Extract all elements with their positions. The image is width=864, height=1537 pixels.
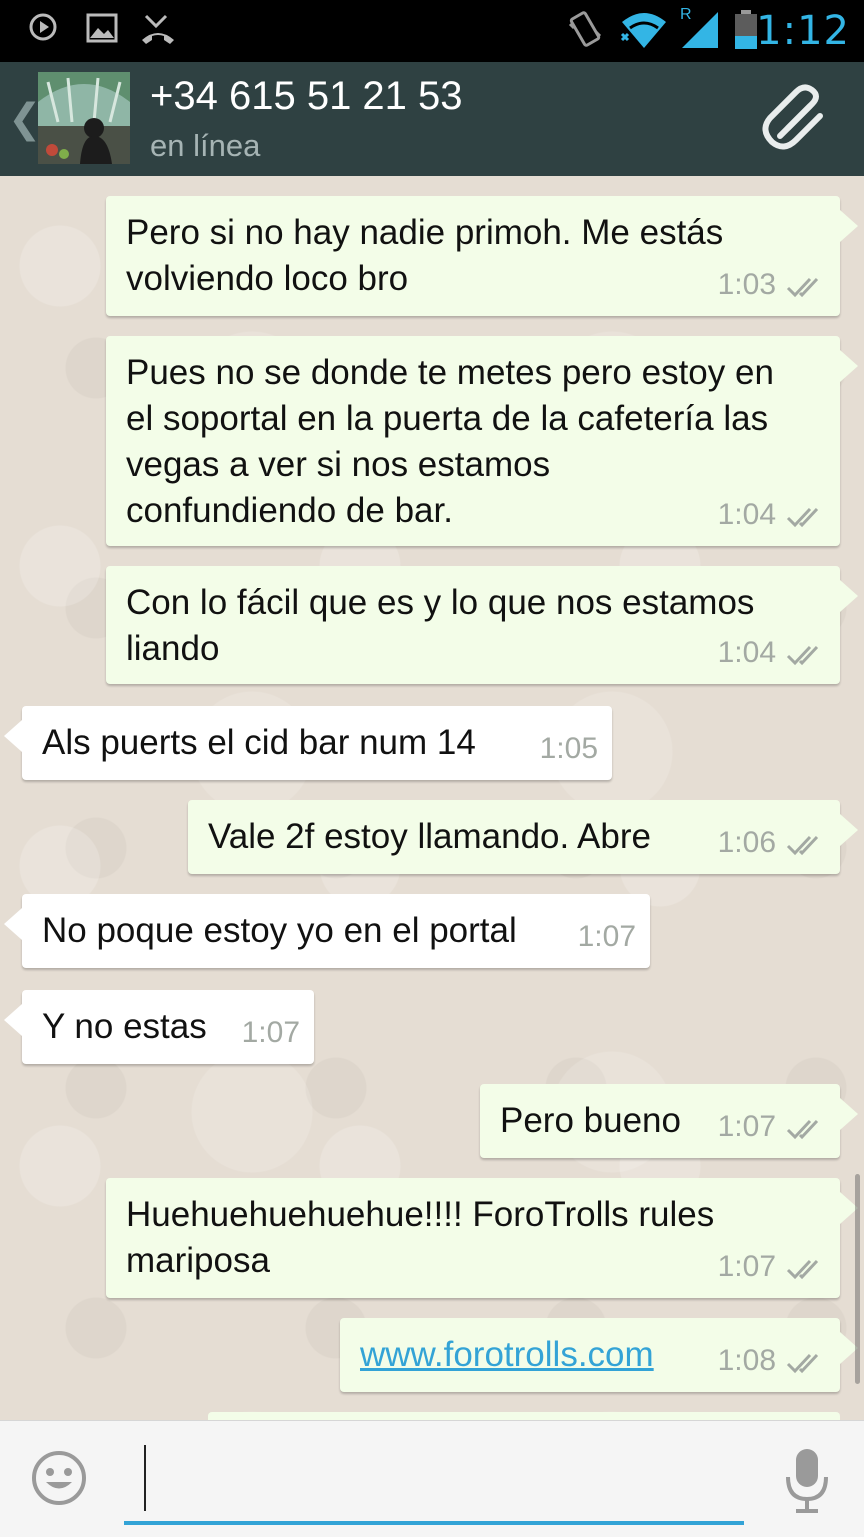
bubble-tail (4, 1004, 22, 1036)
message-text: Pero si no hay nadie primoh. Me estás vo… (126, 210, 723, 302)
play-circle-icon (29, 13, 57, 41)
message-meta: 1:06 (718, 820, 826, 866)
message-text: No poque estoy yo en el portal (42, 908, 517, 954)
image-icon (86, 13, 118, 43)
message-meta: 1:03 (718, 262, 826, 308)
message-meta: 1:07 (718, 1104, 826, 1150)
bubble-tail (840, 210, 858, 242)
message-text: Con lo fácil que es y lo que nos estamos… (126, 580, 754, 672)
bubble-tail (4, 720, 22, 752)
message-text: Pero bueno (500, 1098, 681, 1144)
wifi-icon (620, 13, 666, 48)
message-line: Y no estas (42, 1007, 207, 1046)
message-time: 1:04 (717, 498, 776, 531)
message-bubble-incoming[interactable]: No poque estoy yo en el portal 1:07 (4, 894, 650, 968)
conversation-header: ❮ +34 615 51 21 53 en línea (0, 62, 864, 176)
contact-avatar[interactable] (38, 72, 130, 164)
message-line: Huehuehuehuehue!!!! ForoTrolls rules (126, 1195, 715, 1234)
message-meta: 1:07 (242, 1010, 300, 1056)
message-line: Vale 2f estoy llamando. Abre (208, 817, 651, 856)
bubble-tail (840, 580, 858, 612)
message-line: Con lo fácil que es y lo que nos estamos (126, 583, 755, 622)
double-check-icon (786, 645, 819, 666)
message-time: 1:07 (717, 1250, 776, 1283)
text-cursor (144, 1445, 146, 1511)
status-bar: R 1:12 (0, 0, 864, 62)
paperclip-icon[interactable] (762, 84, 832, 154)
message-meta: 1:08 (718, 1338, 826, 1384)
vibrate-icon (568, 11, 602, 47)
microphone-icon[interactable] (784, 1447, 830, 1517)
message-meta: 1:05 (540, 726, 598, 772)
double-check-icon (786, 277, 819, 298)
double-check-icon (786, 1119, 819, 1140)
message-bubble-outgoing[interactable]: Con lo fácil que es y lo que nos estamos… (106, 566, 858, 684)
message-input[interactable] (124, 1443, 744, 1525)
message-time: 1:07 (717, 1110, 776, 1143)
message-time: 1:08 (717, 1344, 776, 1377)
back-chevron-icon[interactable]: ❮ (8, 96, 42, 142)
bubble-tail (4, 908, 22, 940)
message-bubble-outgoing[interactable]: Vale 2f estoy llamando. Abre 1:06 (188, 800, 858, 874)
message-line: No poque estoy yo en el portal (42, 911, 517, 950)
message-bubble-outgoing[interactable]: www.forotrolls.com 1:08 (340, 1318, 858, 1392)
message-line: el soportal en la puerta de la cafetería… (126, 399, 769, 438)
message-time: 1:04 (717, 636, 776, 669)
message-meta: 1:07 (578, 914, 636, 960)
message-time: 1:07 (241, 1016, 300, 1049)
message-line: vegas a ver si nos estamos (126, 445, 551, 484)
message-meta: 1:07 (718, 1244, 826, 1290)
message-bubble-outgoing[interactable]: Huehuehuehuehue!!!! ForoTrolls rules mar… (106, 1178, 858, 1298)
message-line: Pero si no hay nadie primoh. Me estás (126, 213, 724, 252)
message-bubble-partial[interactable] (208, 1412, 840, 1420)
message-line: confundiendo de bar. (126, 491, 453, 530)
message-bubble-outgoing[interactable]: Pero si no hay nadie primoh. Me estás vo… (106, 196, 858, 316)
message-line: Pero bueno (500, 1101, 681, 1140)
message-text: Als puerts el cid bar num 14 (42, 720, 476, 766)
message-link[interactable]: www.forotrolls.com (360, 1335, 654, 1374)
message-text: Vale 2f estoy llamando. Abre (208, 814, 651, 860)
battery-icon (735, 10, 757, 49)
compose-bar (0, 1420, 864, 1537)
double-check-icon (786, 1259, 819, 1280)
avatar-photo (38, 72, 130, 164)
message-bubble-outgoing[interactable]: Pero bueno 1:07 (480, 1084, 858, 1158)
bubble-tail (840, 350, 858, 382)
chat-scrollbar[interactable] (855, 1174, 860, 1384)
emoji-icon[interactable] (30, 1449, 88, 1507)
bubble-tail (840, 814, 858, 846)
message-time: 1:05 (539, 732, 598, 765)
message-meta: 1:04 (718, 630, 826, 676)
message-time: 1:03 (717, 268, 776, 301)
contact-name[interactable]: +34 615 51 21 53 (150, 74, 463, 119)
message-text: Huehuehuehuehue!!!! ForoTrolls rules mar… (126, 1192, 714, 1284)
message-bubble-outgoing[interactable]: Pues no se donde te metes pero estoy en … (106, 336, 858, 546)
clock: 1:12 (756, 8, 850, 54)
message-line: Pues no se donde te metes pero estoy en (126, 353, 774, 392)
signal-icon (682, 12, 718, 48)
double-check-icon (786, 835, 819, 856)
message-line: volviendo loco bro (126, 259, 409, 298)
double-check-icon (786, 1353, 819, 1374)
message-bubble-incoming[interactable]: Als puerts el cid bar num 14 1:05 (4, 706, 612, 780)
missed-call-icon (142, 14, 174, 44)
message-line: Als puerts el cid bar num 14 (42, 723, 476, 762)
message-text: Pues no se donde te metes pero estoy en … (126, 350, 774, 534)
contact-status: en línea (150, 128, 261, 163)
message-bubble-incoming[interactable]: Y no estas 1:07 (4, 990, 314, 1064)
message-time: 1:07 (577, 920, 636, 953)
message-line: mariposa (126, 1241, 270, 1280)
message-time: 1:06 (717, 826, 776, 859)
message-list[interactable]: Pero si no hay nadie primoh. Me estás vo… (0, 176, 864, 1420)
bubble-tail (840, 1098, 858, 1130)
message-meta: 1:04 (718, 492, 826, 538)
message-line: liando (126, 629, 220, 668)
message-text: Y no estas (42, 1004, 207, 1050)
double-check-icon (786, 507, 819, 528)
message-text: www.forotrolls.com (360, 1332, 654, 1378)
